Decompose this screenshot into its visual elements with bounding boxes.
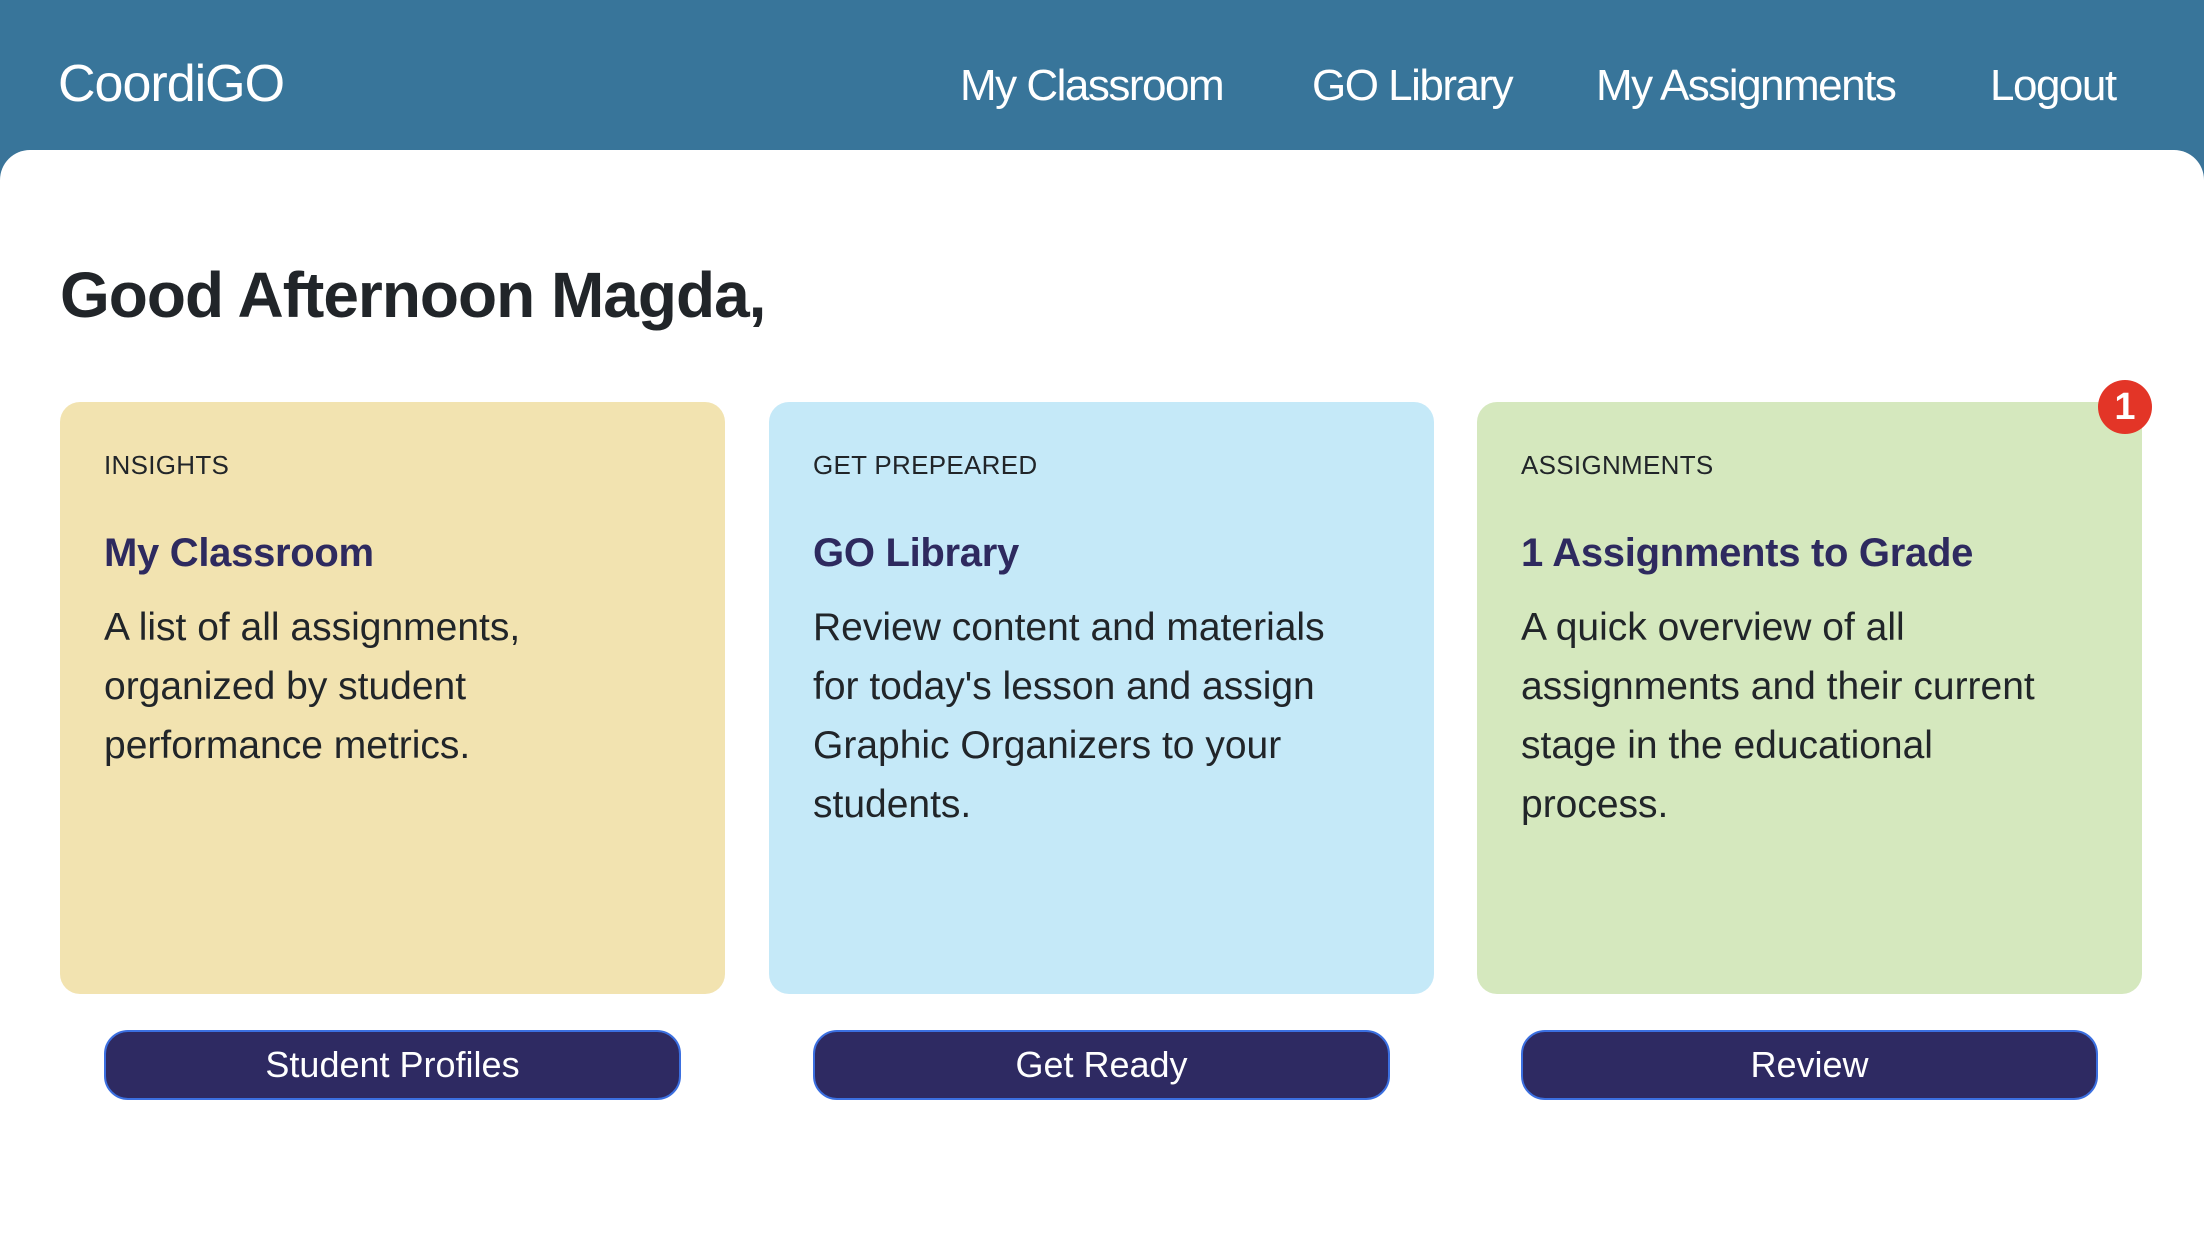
app-logo[interactable]: CoordiGO	[58, 52, 285, 116]
nav-link-my-assignments[interactable]: My Assignments	[1596, 56, 1897, 116]
card-label: INSIGHTS	[104, 450, 230, 480]
card-description: A list of all assignments, organized by …	[104, 606, 521, 767]
card-assignments: ASSIGNMENTS 1 Assignments to Grade A qui…	[1477, 402, 2142, 1100]
nav-link-my-classroom[interactable]: My Classroom	[960, 56, 1225, 116]
card-title: My Classroom	[104, 531, 374, 575]
card-label: ASSIGNMENTS	[1521, 450, 1714, 480]
card-title: 1 Assignments to Grade	[1521, 531, 1974, 575]
card-description: A quick overview of all assignments and …	[1521, 606, 2035, 826]
main-content: Good Afternoon Magda, INSIGHTS My Classr…	[0, 150, 2204, 1242]
nav-link-go-library[interactable]: GO Library	[1312, 56, 1514, 116]
top-navigation-bar: CoordiGO My Classroom GO Library My Assi…	[0, 0, 2204, 150]
card-get-prepared: GET PREPEARED GO Library Review content …	[769, 402, 1434, 1100]
card-title: GO Library	[813, 531, 1019, 575]
notification-count-badge: 1	[2098, 380, 2152, 434]
get-ready-button[interactable]: Get Ready	[813, 1030, 1390, 1100]
nav-link-logout[interactable]: Logout	[1990, 56, 2117, 116]
card-description: Review content and materials for today's…	[813, 606, 1325, 826]
card-insights: INSIGHTS My Classroom A list of all assi…	[60, 402, 725, 1100]
review-button[interactable]: Review	[1521, 1030, 2098, 1100]
greeting-heading: Good Afternoon Magda,	[60, 259, 766, 331]
card-label: GET PREPEARED	[813, 450, 1038, 480]
student-profiles-button[interactable]: Student Profiles	[104, 1030, 681, 1100]
